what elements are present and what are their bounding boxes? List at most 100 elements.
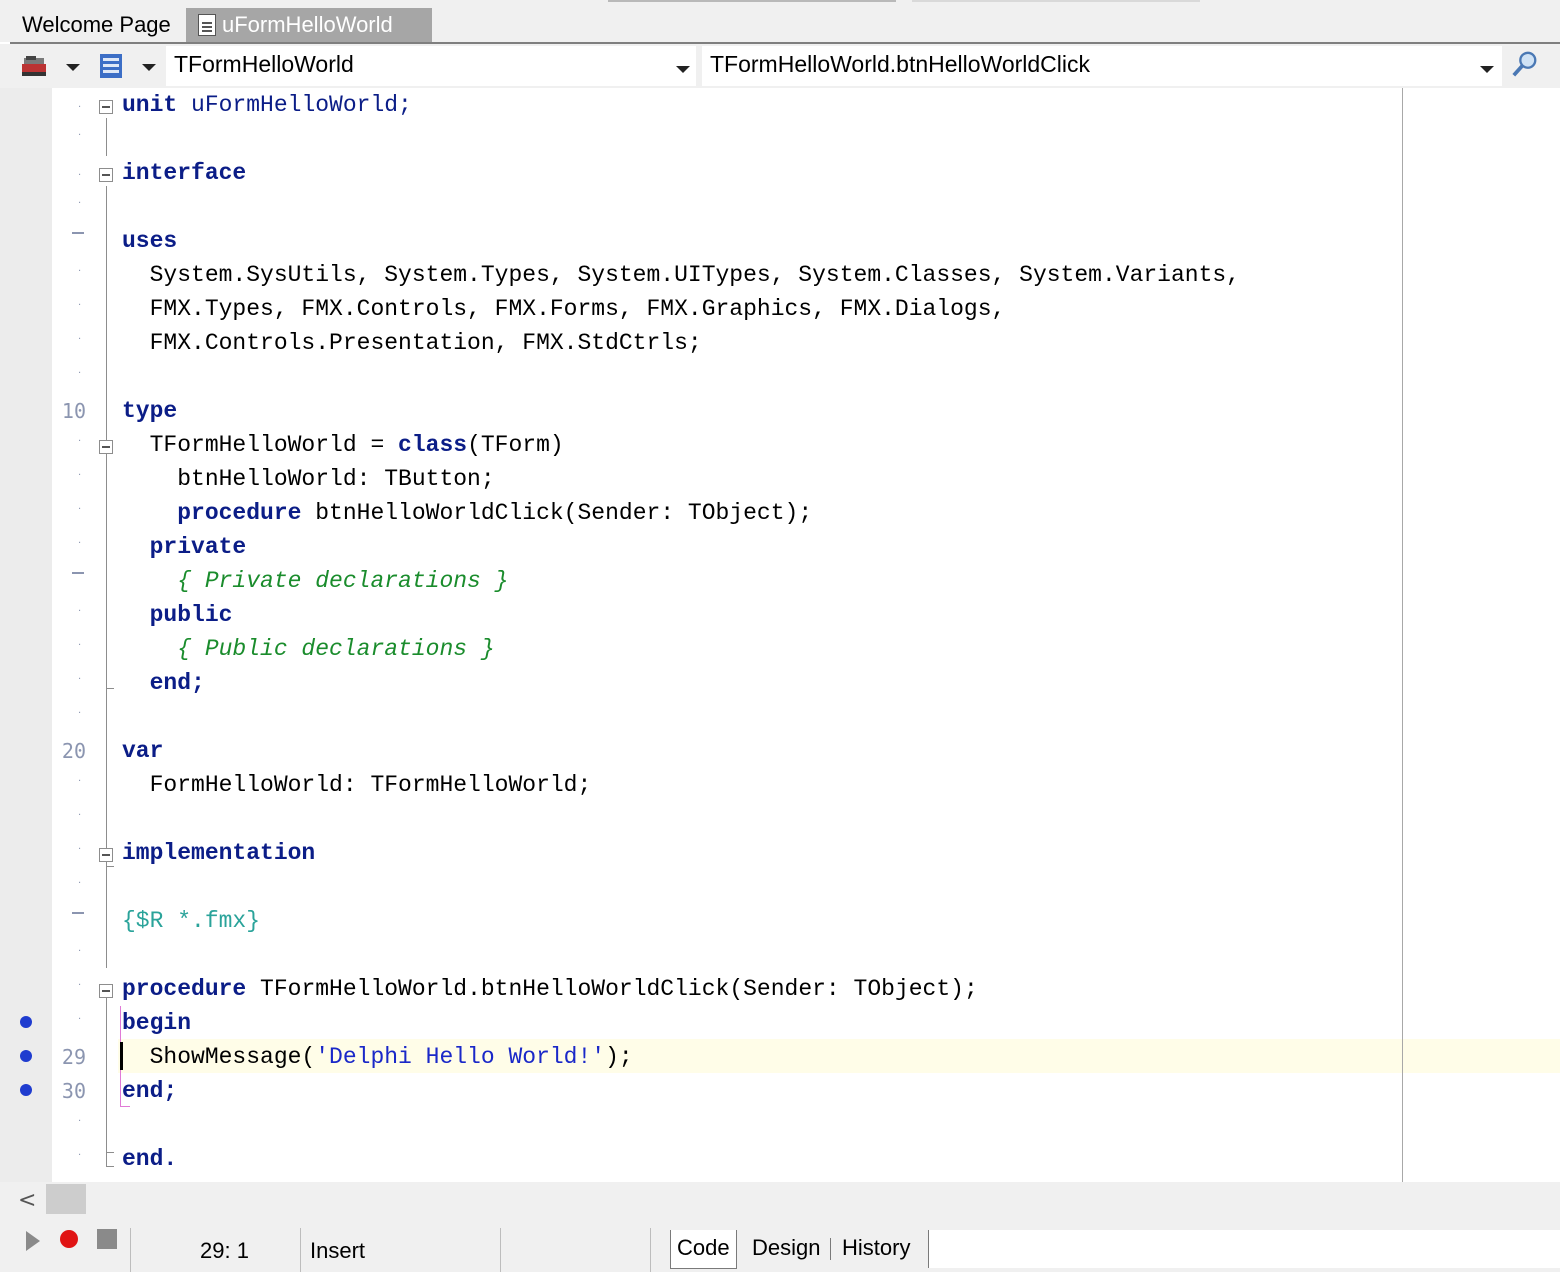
compiler-directive: {$R *.fmx} xyxy=(122,908,261,934)
status-separator xyxy=(130,1228,131,1272)
fold-line xyxy=(106,118,107,156)
text-caret xyxy=(120,1042,123,1070)
code-line-28: begin xyxy=(0,1006,1560,1040)
class-combo-value: TFormHelloWorld xyxy=(174,51,354,77)
scroll-thumb[interactable] xyxy=(46,1184,86,1214)
code-line-15: { Private declarations } xyxy=(0,564,1560,598)
code-line-16: public xyxy=(0,598,1560,632)
keyword: uses xyxy=(122,228,178,254)
search-icon[interactable] xyxy=(1510,50,1540,78)
code-text: FormHelloWorld: TFormHelloWorld; xyxy=(122,772,592,798)
tab-separator xyxy=(830,1238,831,1260)
code-text: btnHelloWorld: TButton; xyxy=(122,466,495,492)
tab-design[interactable]: Design xyxy=(746,1230,826,1268)
keyword: private xyxy=(122,534,247,560)
line-dot: · xyxy=(78,878,82,889)
code-line-32: end. xyxy=(0,1142,1560,1176)
keyword: var xyxy=(122,738,164,764)
keyword: interface xyxy=(122,160,247,186)
unit-name: uFormHelloWorld; xyxy=(177,92,412,118)
code-line-29: 29 ShowMessage('Delphi Hello World!'); xyxy=(0,1040,1560,1074)
method-combo[interactable]: TFormHelloWorld.btnHelloWorldClick xyxy=(702,46,1502,86)
code-text: (TForm) xyxy=(467,432,564,458)
keyword: procedure xyxy=(122,500,302,526)
code-line-30: 30 end; xyxy=(0,1074,1560,1108)
horizontal-scrollbar[interactable]: < xyxy=(0,1182,1560,1216)
chevron-down-icon[interactable] xyxy=(1480,66,1494,73)
code-line-6: System.SysUtils, System.Types, System.UI… xyxy=(0,258,1560,292)
code-line-7: FMX.Types, FMX.Controls, FMX.Forms, FMX.… xyxy=(0,292,1560,326)
insert-mode: Insert xyxy=(310,1238,366,1263)
chevron-down-icon[interactable] xyxy=(142,64,156,71)
keyword: procedure xyxy=(122,976,247,1002)
class-combo[interactable]: TFormHelloWorld xyxy=(166,46,696,86)
status-separator xyxy=(650,1228,651,1272)
keyword: end; xyxy=(122,1078,178,1104)
editor-tab-bar: Welcome Page uFormHelloWorld xyxy=(0,0,1560,42)
code-line-1: unit uFormHelloWorld; xyxy=(0,88,1560,122)
line-dot: · xyxy=(78,946,82,957)
line-dot: · xyxy=(78,368,82,379)
code-line-21: FormHelloWorld: TFormHelloWorld; xyxy=(0,768,1560,802)
code-line-3: interface xyxy=(0,156,1560,190)
line-dot: · xyxy=(78,810,82,821)
code-text: TFormHelloWorld = xyxy=(122,432,399,458)
code-text: ShowMessage( xyxy=(122,1044,316,1070)
stop-icon[interactable] xyxy=(96,1228,118,1250)
tab-strip-top-border-2 xyxy=(912,0,1200,2)
tab-welcome-page[interactable]: Welcome Page xyxy=(18,8,175,42)
tab-uformhelloworld[interactable]: uFormHelloWorld xyxy=(186,8,432,42)
code-text: FMX.Types, FMX.Controls, FMX.Forms, FMX.… xyxy=(122,296,1006,322)
comment: { Public declarations } xyxy=(122,636,495,662)
view-tab-strip xyxy=(928,1230,1560,1268)
tab-label: uFormHelloWorld xyxy=(222,12,393,37)
code-text: ); xyxy=(605,1044,633,1070)
keyword: public xyxy=(122,602,233,628)
line-dot: · xyxy=(78,198,82,209)
keyword: implementation xyxy=(122,840,316,866)
sync-edit-icon[interactable] xyxy=(96,52,126,80)
scroll-left-icon[interactable]: < xyxy=(18,1188,36,1213)
code-line-13: procedure btnHelloWorldClick(Sender: TOb… xyxy=(0,496,1560,530)
play-icon[interactable] xyxy=(24,1230,42,1252)
chevron-down-icon[interactable] xyxy=(66,64,80,71)
code-editor[interactable]: · · · · · · · · · · · · · · · · · · · · … xyxy=(0,88,1560,1182)
tab-code[interactable]: Code xyxy=(670,1230,737,1269)
status-bar: 29: 1 Insert Code Design History xyxy=(0,1216,1560,1272)
keyword: class xyxy=(398,432,468,458)
code-text: FMX.Controls.Presentation, FMX.StdCtrls; xyxy=(122,330,702,356)
record-icon[interactable] xyxy=(58,1228,80,1250)
status-separator xyxy=(300,1228,301,1272)
code-text: btnHelloWorldClick(Sender: TObject); xyxy=(301,500,813,526)
line-dot: · xyxy=(78,1116,82,1127)
cursor-position: 29: 1 xyxy=(200,1238,249,1263)
method-combo-value: TFormHelloWorld.btnHelloWorldClick xyxy=(710,51,1091,77)
keyword: unit xyxy=(122,92,178,118)
code-text: TFormHelloWorld.btnHelloWorldClick(Sende… xyxy=(246,976,978,1002)
line-number: 20 xyxy=(61,739,86,763)
comment: { Private declarations } xyxy=(122,568,509,594)
code-line-8: FMX.Controls.Presentation, FMX.StdCtrls; xyxy=(0,326,1560,360)
code-line-17: { Public declarations } xyxy=(0,632,1560,666)
structure-icon[interactable] xyxy=(20,52,50,80)
status-separator xyxy=(500,1228,501,1272)
keyword: end. xyxy=(122,1146,178,1172)
keyword: begin xyxy=(122,1010,192,1036)
code-line-23: implementation xyxy=(0,836,1560,870)
code-line-14: private xyxy=(0,530,1560,564)
code-line-18: end; xyxy=(0,666,1560,700)
code-line-12: btnHelloWorld: TButton; xyxy=(0,462,1560,496)
tab-history[interactable]: History xyxy=(836,1230,916,1268)
line-dot: · xyxy=(78,708,82,719)
code-line-10: 10 type xyxy=(0,394,1560,428)
line-number: 29 xyxy=(61,1045,86,1069)
code-line-25: {$R *.fmx} xyxy=(0,904,1560,938)
unit-file-icon xyxy=(198,14,216,36)
line-number: 10 xyxy=(61,399,86,423)
line-dot: · xyxy=(78,130,82,141)
keyword: type xyxy=(122,398,178,424)
chevron-down-icon[interactable] xyxy=(676,66,690,73)
code-line-27: procedure TFormHelloWorld.btnHelloWorldC… xyxy=(0,972,1560,1006)
line-number: 30 xyxy=(61,1079,86,1103)
keyword: end; xyxy=(122,670,205,696)
